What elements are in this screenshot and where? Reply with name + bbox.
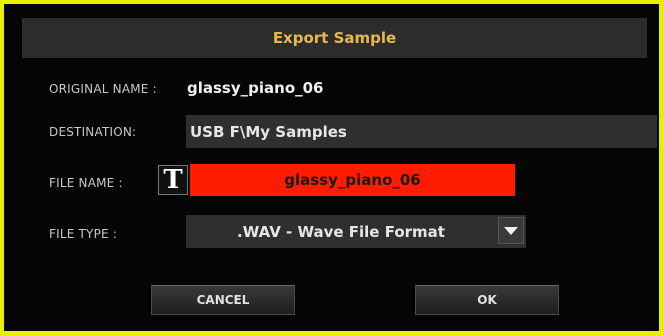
destination-label: DESTINATION: [49,125,137,139]
destination-value: USB F\My Samples [190,122,347,141]
file-name-label: FILE NAME : [49,176,123,190]
file-name-value: glassy_piano_06 [284,171,421,189]
export-sample-dialog: Export Sample ORIGINAL NAME : glassy_pia… [4,4,659,331]
dropdown-button[interactable] [498,217,524,244]
ok-button[interactable]: OK [415,285,559,315]
file-type-label: FILE TYPE : [49,227,118,241]
file-type-select[interactable]: .WAV - Wave File Format [186,215,526,248]
ok-button-label: OK [477,293,497,307]
original-name-label: ORIGINAL NAME : [49,82,157,96]
file-name-field[interactable]: glassy_piano_06 [190,164,515,196]
destination-field[interactable]: USB F\My Samples [186,115,657,148]
original-name-value: glassy_piano_06 [187,79,324,97]
dialog-title: Export Sample [272,29,397,47]
triangle-down-icon [504,226,518,235]
text-edit-icon[interactable]: T [158,165,188,195]
file-type-value: .WAV - Wave File Format [237,222,445,241]
cancel-button-label: CANCEL [196,293,250,307]
dialog-title-bar: Export Sample [22,18,647,58]
cancel-button[interactable]: CANCEL [151,285,295,315]
